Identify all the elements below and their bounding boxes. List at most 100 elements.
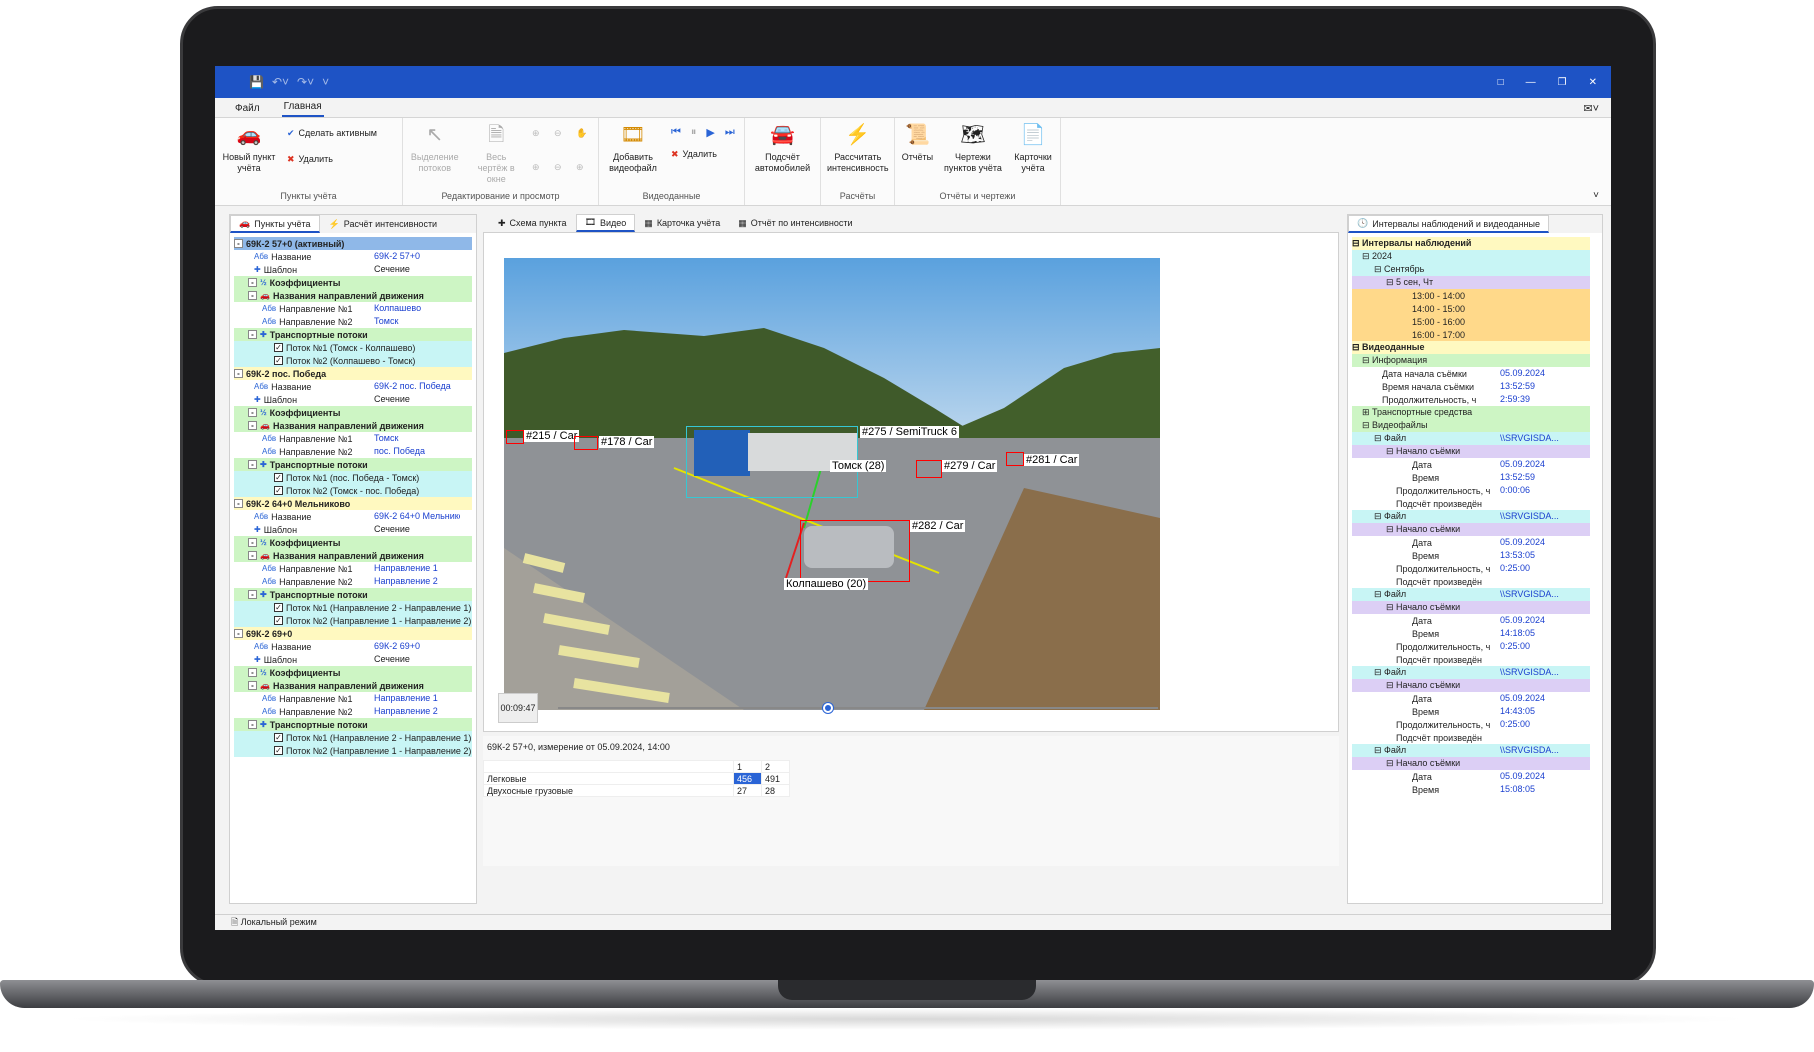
play-icon[interactable]: ▶	[706, 126, 714, 139]
tree-value[interactable]: 05.09.2024	[1498, 614, 1576, 627]
start-row[interactable]: ⊟ Начало съёмки	[1352, 523, 1590, 536]
checkbox[interactable]: ✓	[274, 486, 283, 495]
point-template-row[interactable]: ✚ Шаблон Сечение	[234, 263, 472, 276]
point-name-row[interactable]: Абв Название 69К-2 69+0	[234, 640, 472, 653]
collapse-icon[interactable]: -	[248, 681, 257, 690]
info-item[interactable]: Продолжительность, ч 2:59:39	[1352, 393, 1590, 406]
date-row[interactable]: Дата 05.09.2024	[1352, 614, 1590, 627]
zoom-reset-icon[interactable]: ⊖	[554, 162, 570, 190]
direction-row[interactable]: Абв Направление №1 Направление 1	[234, 692, 472, 705]
menu-file[interactable]: Файл	[233, 103, 262, 117]
collapse-icon[interactable]: -	[248, 551, 257, 560]
zoom-out-icon[interactable]: ⊖	[554, 128, 570, 156]
point-header[interactable]: -69К-2 пос. Победа	[234, 367, 472, 380]
collapse-icon[interactable]: -	[248, 590, 257, 599]
tree-value[interactable]: пос. Победа	[372, 445, 460, 458]
tree-value[interactable]: 69К-2 пос. Победа	[372, 380, 460, 393]
tree-value[interactable]: 14:18:05	[1498, 627, 1576, 640]
collapse-icon[interactable]: -	[248, 330, 257, 339]
undo-icon[interactable]: ↶˅	[272, 75, 289, 89]
video-file-row[interactable]: ⊟ Файл \\SRVGISDA...	[1352, 744, 1590, 757]
flow-row[interactable]: ✓ Поток №1 (пос. Победа - Томск)	[234, 471, 472, 484]
start-row[interactable]: ⊟ Начало съёмки	[1352, 757, 1590, 770]
interval-slot[interactable]: 15:00 - 16:00	[1352, 315, 1590, 328]
tree-value[interactable]: 14:43:05	[1498, 705, 1576, 718]
pause-icon[interactable]: ⏸	[691, 126, 697, 139]
directions-row[interactable]: - 🚗 Названия направлений движения	[234, 679, 472, 692]
tree-value[interactable]: 69К-2 69+0	[372, 640, 460, 653]
zoom-fit-icon[interactable]: ⊕	[532, 162, 548, 190]
point-name-row[interactable]: Абв Название 69К-2 пос. Победа	[234, 380, 472, 393]
flow-row[interactable]: ✓ Поток №2 (Направление 1 - Направление 2…	[234, 744, 472, 757]
skip-forward-icon[interactable]: ⏭	[725, 126, 735, 139]
direction-row[interactable]: Абв Направление №2 пос. Победа	[234, 445, 472, 458]
coefficients-row[interactable]: - ½ Коэффициенты	[234, 406, 472, 419]
flow-row[interactable]: ✓ Поток №2 (Томск - пос. Победа)	[234, 484, 472, 497]
menu-home[interactable]: Главная	[281, 101, 324, 117]
tree-value[interactable]: Томск	[372, 315, 460, 328]
close-icon[interactable]: ✕	[1589, 77, 1597, 88]
video-file-row[interactable]: ⊟ Файл \\SRVGISDA...	[1352, 666, 1590, 679]
date-row[interactable]: Дата 05.09.2024	[1352, 536, 1590, 549]
tree-value[interactable]: 05.09.2024	[1498, 692, 1576, 705]
checkbox[interactable]: ✓	[274, 356, 283, 365]
tree-value[interactable]: Сечение	[372, 653, 460, 666]
collapse-icon[interactable]: -	[234, 629, 243, 638]
tree-value[interactable]: 05.09.2024	[1498, 367, 1576, 380]
directions-row[interactable]: - 🚗 Названия направлений движения	[234, 549, 472, 562]
tree-value[interactable]: Направление 1	[372, 692, 460, 705]
duration-row[interactable]: Продолжительность, ч 0:25:00	[1352, 640, 1590, 653]
tree-value[interactable]: Направление 1	[372, 562, 460, 575]
tree-value[interactable]: 05.09.2024	[1498, 770, 1576, 783]
tree-value[interactable]: 05.09.2024	[1498, 458, 1576, 471]
time-row[interactable]: Время 14:18:05	[1352, 627, 1590, 640]
minimize-icon[interactable]: —	[1526, 77, 1536, 88]
flows-row[interactable]: - ✚ Транспортные потоки	[234, 458, 472, 471]
skip-back-icon[interactable]: ⏮	[671, 126, 681, 139]
tree-value[interactable]: 69К-2 57+0	[372, 250, 460, 263]
flow-row[interactable]: ✓ Поток №1 (Направление 2 - Направление 1…	[234, 601, 472, 614]
tab-report[interactable]: ▦ Отчёт по интенсивности	[729, 214, 861, 232]
video-file-row[interactable]: ⊟ Файл \\SRVGISDA...	[1352, 432, 1590, 445]
time-row[interactable]: Время 14:43:05	[1352, 705, 1590, 718]
flows-row[interactable]: - ✚ Транспортные потоки	[234, 328, 472, 341]
tree-value[interactable]: \\SRVGISDA...	[1498, 744, 1576, 757]
tab-intervals[interactable]: 🕓 Интервалы наблюдений и видеоданные	[1348, 215, 1549, 233]
coefficients-row[interactable]: - ½ Коэффициенты	[234, 536, 472, 549]
tree-value[interactable]: 0:25:00	[1498, 718, 1576, 731]
tree-value[interactable]: 2:59:39	[1498, 393, 1576, 406]
info-item[interactable]: Дата начала съёмки 05.09.2024	[1352, 367, 1590, 380]
seek-bar[interactable]	[558, 703, 1158, 713]
collapse-icon[interactable]: -	[234, 239, 243, 248]
point-header[interactable]: -69К-2 69+0	[234, 627, 472, 640]
interval-slot[interactable]: 13:00 - 14:00	[1352, 289, 1590, 302]
duration-row[interactable]: Продолжительность, ч 0:25:00	[1352, 562, 1590, 575]
tree-value[interactable]: Сечение	[372, 393, 460, 406]
counted-row[interactable]: Подсчёт произведён	[1352, 497, 1590, 510]
direction-row[interactable]: Абв Направление №2 Направление 2	[234, 705, 472, 718]
drawings-button[interactable]: 🗺 Чертежи пунктов учёта	[944, 122, 1002, 189]
direction-row[interactable]: Абв Направление №2 Томск	[234, 315, 472, 328]
tab-video[interactable]: 🎞 Видео	[575, 214, 636, 232]
maximize-icon[interactable]: ❐	[1558, 77, 1567, 88]
date-row[interactable]: Дата 05.09.2024	[1352, 770, 1590, 783]
save-icon[interactable]: 💾	[249, 75, 264, 89]
tree-value[interactable]: Направление 2	[372, 575, 460, 588]
intervals-header[interactable]: ⊟ Интервалы наблюдений	[1352, 237, 1590, 250]
video-frame[interactable]: #275 / SemiTruck 6 #215 / Car #178 / Car…	[504, 258, 1160, 710]
start-row[interactable]: ⊟ Начало съёмки	[1352, 601, 1590, 614]
direction-row[interactable]: Абв Направление №1 Томск	[234, 432, 472, 445]
counted-row[interactable]: Подсчёт произведён	[1352, 731, 1590, 744]
select-flows-button[interactable]: ↖ Выделение потоков	[409, 122, 461, 189]
year-row[interactable]: ⊟ 2024	[1352, 250, 1590, 263]
video-file-row[interactable]: ⊟ Файл \\SRVGISDA...	[1352, 588, 1590, 601]
make-active-button[interactable]: ✔ Сделать активным	[287, 122, 377, 144]
date-row[interactable]: Дата 05.09.2024	[1352, 692, 1590, 705]
tree-value[interactable]: 13:52:59	[1498, 380, 1576, 393]
new-point-button[interactable]: 🚗 Новый пункт учёта	[221, 122, 277, 189]
pan-icon[interactable]: ✋	[576, 128, 592, 156]
tree-value[interactable]: \\SRVGISDA...	[1498, 666, 1576, 679]
flow-row[interactable]: ✓ Поток №1 (Томск - Колпашево)	[234, 341, 472, 354]
direction-row[interactable]: Абв Направление №2 Направление 2	[234, 575, 472, 588]
zoom-in-icon[interactable]: ⊕	[532, 128, 548, 156]
